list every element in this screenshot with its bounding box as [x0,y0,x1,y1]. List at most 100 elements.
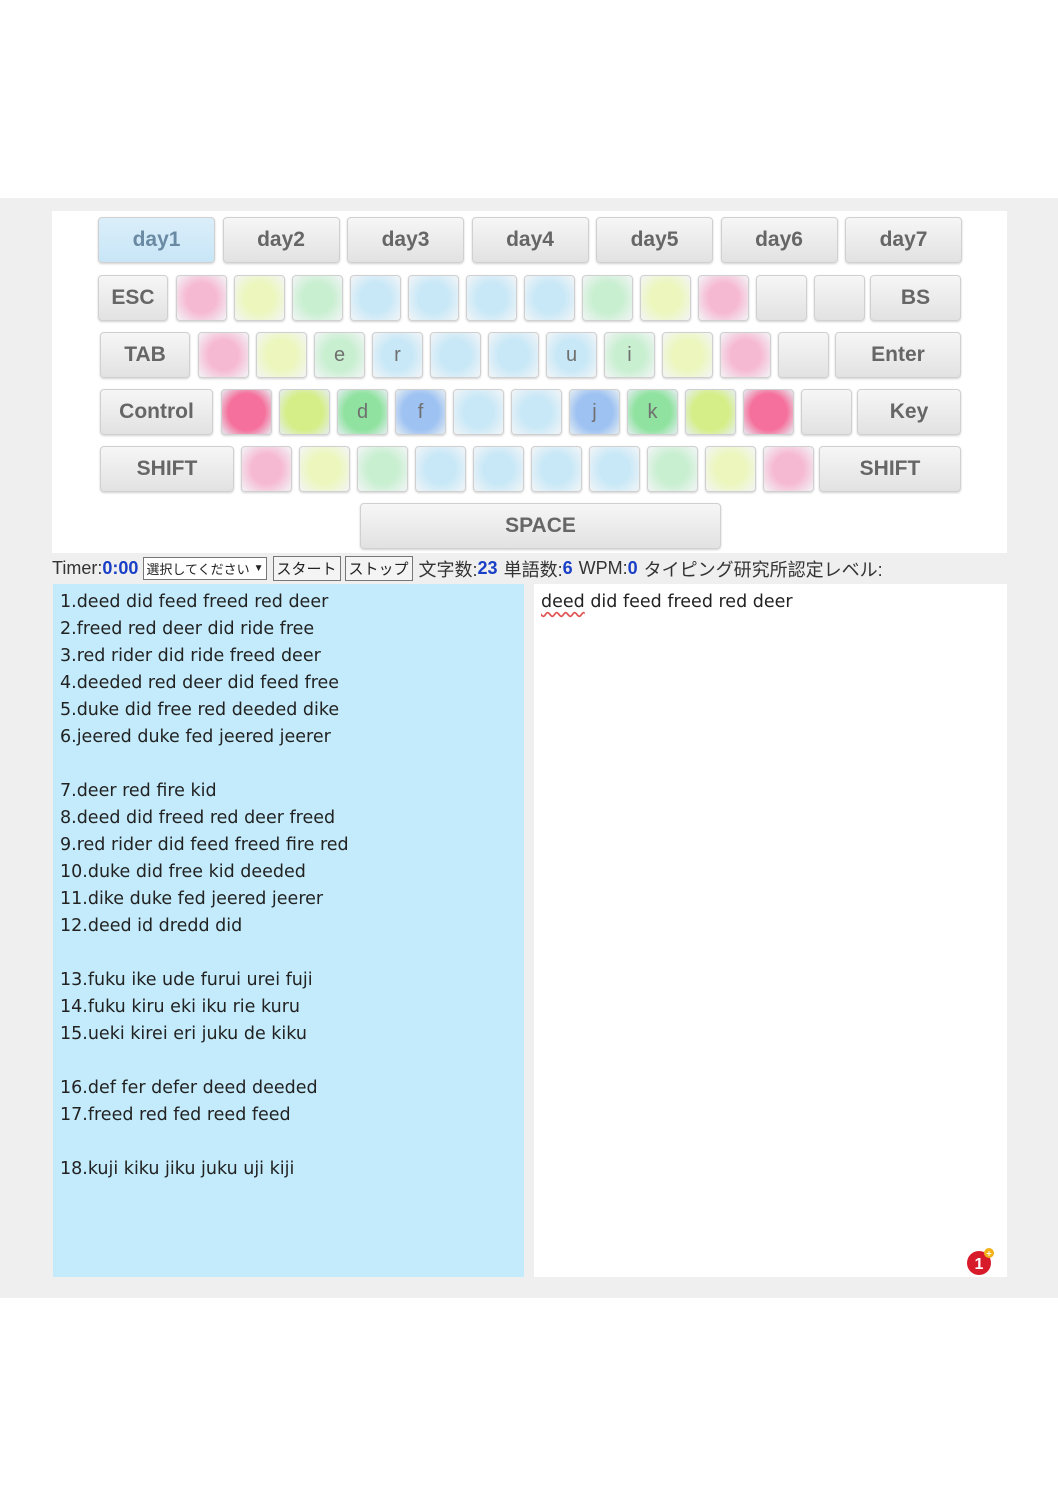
shift-right-key: SHIFT [819,446,961,492]
practice-line: 2.freed red deer did ride free [60,619,315,639]
letter-key [778,332,829,378]
practice-line: 16.def fer defer deed deeded [60,1078,318,1098]
home-row-key [453,389,504,435]
timer-value: 0:00 [102,558,139,578]
key-i: i [604,332,655,378]
key-j: j [569,389,620,435]
wpm-value: 0 [627,558,638,578]
svg-text:1: 1 [975,1256,984,1273]
practice-line: 7.deer red fire kid [60,781,217,801]
bottom-row-key [589,446,640,492]
letter-key [256,332,307,378]
tab-day7[interactable]: day7 [845,217,962,263]
number-key [350,275,401,321]
notification-badge-icon[interactable]: 1 + [965,1247,995,1277]
typing-input-area[interactable]: deed did feed freed red deer [534,584,1007,1277]
number-key [582,275,633,321]
stop-button[interactable]: ストップ [344,556,413,581]
word-count-label: 単語数: [503,559,563,580]
timer-label: Timer: [52,558,103,578]
practice-line: 8.deed did freed red deer freed [60,808,336,828]
tab-day4[interactable]: day4 [471,217,589,263]
practice-line-blank [60,751,524,778]
tab-day1[interactable]: day1 [98,217,215,263]
space-key: SPACE [360,503,721,549]
number-key [640,275,691,321]
enter-key: Enter [835,332,961,378]
virtual-keyboard: day1 day2 day3 day4 day5 day6 day7 ESC BS TAB e r u i… [52,211,1007,553]
practice-line: 1.deed did feed freed red deer [60,592,329,612]
control-key: Control [100,389,213,435]
number-key [176,275,227,321]
letter-key [430,332,481,378]
typed-line: deed did feed freed red deer [541,589,1007,616]
practice-line: 6.jeered duke fed jeered jeerer [60,727,331,747]
tab-day5[interactable]: day5 [596,217,713,263]
number-key [524,275,575,321]
svg-text:+: + [986,1249,991,1259]
number-key [292,275,343,321]
tab-day3[interactable]: day3 [347,217,464,263]
practice-line: 13.fuku ike ude furui urei fuji [60,970,313,990]
bottom-row-key [241,446,292,492]
key-d: d [337,389,388,435]
home-row-key [743,389,794,435]
practice-text-panel: 1.deed did feed freed red deer 2.freed re… [53,584,524,1277]
word-count-value: 6 [562,558,573,578]
key-f: f [395,389,446,435]
letter-key [720,332,771,378]
bottom-row-key [357,446,408,492]
lesson-select[interactable]: 選択してください ▼ [143,557,267,580]
wpm-label: WPM: [578,558,628,578]
practice-line: 4.deeded red deer did feed free [60,673,340,693]
number-key [756,275,807,321]
practice-line-blank [60,940,524,967]
number-key [698,275,749,321]
letter-key [488,332,539,378]
tab-day6[interactable]: day6 [720,217,838,263]
lesson-select-value: 選択してください [146,562,250,577]
bottom-row-key [531,446,582,492]
typed-first-word: deed [541,592,585,612]
letter-key [662,332,713,378]
practice-line-blank [60,1048,524,1075]
practice-line: 17.freed red fed reed feed [60,1105,291,1125]
start-button[interactable]: スタート [272,556,341,581]
practice-line: 10.duke did free kid deeded [60,862,306,882]
typed-rest: did feed freed red deer [584,592,793,612]
letter-key [198,332,249,378]
home-row-key [221,389,272,435]
char-count-value: 23 [477,558,498,578]
bottom-row-key [705,446,756,492]
bottom-row-key [415,446,466,492]
char-count-label: 文字数: [418,559,478,580]
practice-line: 3.red rider did ride freed deer [60,646,321,666]
key-e: e [314,332,365,378]
number-key [234,275,285,321]
practice-line: 5.duke did free red deeded dike [60,700,340,720]
home-row-key [511,389,562,435]
bottom-row-key [299,446,350,492]
bottom-row-key [473,446,524,492]
home-row-key [279,389,330,435]
practice-line: 15.ueki kirei eri juku de kiku [60,1024,307,1044]
tab-day2[interactable]: day2 [222,217,340,263]
key-k: k [627,389,678,435]
number-key [814,275,865,321]
key-u: u [546,332,597,378]
home-row-key [685,389,736,435]
certified-level-label: タイピング研究所認定レベル: [643,559,883,580]
key-r: r [372,332,423,378]
practice-line: 9.red rider did feed freed fire red [60,835,349,855]
key-key: Key [857,389,961,435]
bottom-row-key [647,446,698,492]
number-key [466,275,517,321]
bottom-row-key [763,446,814,492]
tab-key: TAB [100,332,190,378]
status-bar: Timer: 0:00 選択してください ▼ スタート ストップ 文字数: 23… [52,555,1007,582]
practice-line: 14.fuku kiru eki iku rie kuru [60,997,300,1017]
practice-line: 11.dike duke fed jeered jeerer [60,889,324,909]
shift-left-key: SHIFT [100,446,234,492]
practice-line: 12.deed id dredd did [60,916,243,936]
home-row-key [801,389,852,435]
